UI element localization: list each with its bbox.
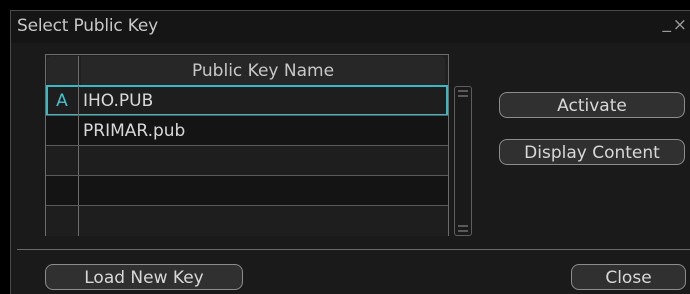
active-marker: A	[46, 86, 79, 116]
table-row[interactable]: PRIMAR.pub	[46, 115, 448, 146]
activate-button[interactable]: Activate	[499, 92, 685, 118]
active-marker	[46, 206, 79, 236]
table-row[interactable]	[46, 205, 448, 236]
active-marker	[46, 146, 79, 176]
close-button[interactable]: Close	[571, 264, 686, 290]
key-name: IHO.PUB	[83, 91, 154, 111]
display-content-button[interactable]: Display Content	[499, 139, 685, 165]
dialog-title: Select Public Key	[17, 16, 158, 36]
title-bar: Select Public Key _ ×	[11, 11, 690, 43]
scroll-up-grip-icon[interactable]	[458, 90, 468, 100]
table-row[interactable]	[46, 145, 448, 176]
scroll-down-grip-icon[interactable]	[458, 222, 468, 232]
close-icon[interactable]: ×	[673, 15, 687, 35]
active-marker	[46, 176, 79, 206]
header-public-key-name[interactable]: Public Key Name	[81, 56, 445, 85]
table-header: Public Key Name	[46, 55, 448, 85]
table-row[interactable]	[46, 175, 448, 206]
public-key-table: Public Key Name A IHO.PUB PRIMAR.pub	[45, 54, 449, 236]
footer-divider	[17, 249, 690, 250]
load-new-key-button[interactable]: Load New Key	[45, 264, 243, 290]
minimize-icon[interactable]: _	[663, 13, 672, 33]
table-scrollbar[interactable]	[454, 86, 472, 236]
active-marker	[46, 116, 79, 146]
header-marker-column	[47, 56, 79, 85]
key-name: PRIMAR.pub	[83, 121, 186, 141]
select-public-key-dialog: Select Public Key _ × Public Key Name A …	[10, 10, 690, 294]
table-row[interactable]: A IHO.PUB	[46, 85, 448, 116]
